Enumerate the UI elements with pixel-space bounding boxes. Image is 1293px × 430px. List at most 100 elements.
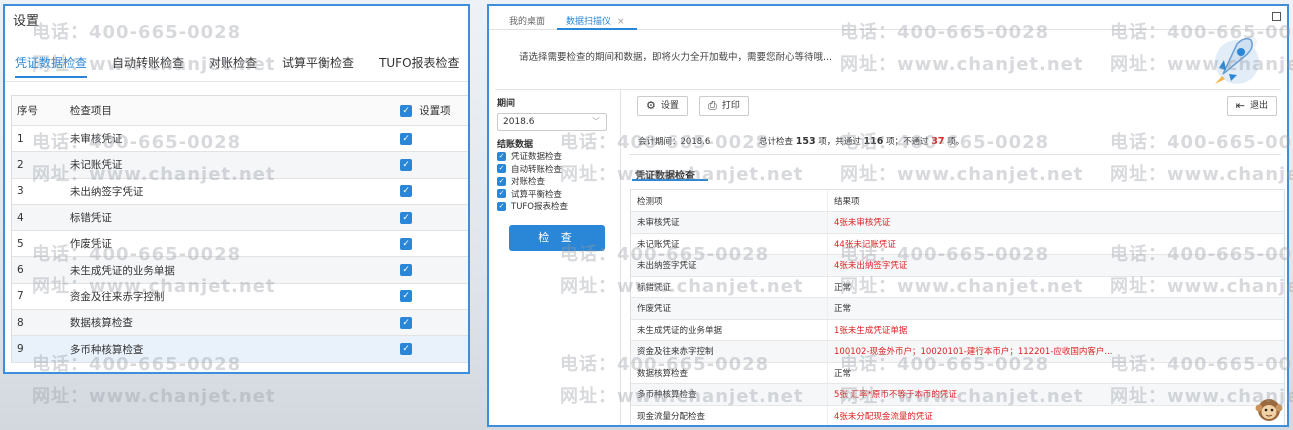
row-checkbox[interactable]: ✓: [400, 158, 413, 171]
tab-reconciliation-check[interactable]: 对账检查: [209, 54, 257, 71]
close-icon[interactable]: ×: [617, 17, 625, 27]
closing-data-label: 结账数据: [497, 140, 534, 150]
row-checkbox[interactable]: ✓: [400, 290, 413, 303]
exit-icon: ⇤: [1235, 99, 1245, 112]
exit-button[interactable]: ⇤ 退出: [1226, 96, 1277, 116]
row-checkbox[interactable]: ✓: [400, 343, 413, 356]
summary-stats: 总计检查 153 项，共通过 116 项；不通过 37 项。: [759, 135, 964, 147]
settings-tabs: 凭证数据检查 自动转账检查 对账检查 试算平衡检查 TUFO报表检查: [15, 54, 468, 78]
printer-icon: ⎙: [708, 99, 717, 112]
option-checkbox[interactable]: ✓: [497, 201, 506, 211]
period-label: 期间: [497, 99, 516, 109]
option-checkbox[interactable]: ✓: [497, 164, 506, 174]
row-checkbox[interactable]: ✓: [400, 185, 413, 198]
option-trial-balance-check[interactable]: ✓ 试算平衡检查: [497, 188, 613, 201]
watermark-text: 网址：www.chanjet.net: [32, 386, 276, 407]
check-result[interactable]: 44张未记账凭证: [828, 234, 1284, 255]
check-item: 作废凭证: [631, 298, 828, 319]
col-header-result: 结果项: [834, 196, 860, 207]
header-divider: [495, 89, 1281, 90]
table-row: 资金及往来赤字控制 100102-现金外币户；10020101-建行本币户；112…: [631, 341, 1284, 363]
window-tab-bar: 我的桌面 数据扫描仪 ×: [489, 6, 1287, 30]
table-row: 3 未出纳签字凭证 ✓: [12, 179, 468, 205]
row-number: 7: [17, 290, 24, 303]
row-checkbox[interactable]: ✓: [400, 132, 413, 145]
accounting-period: 会计期间：2018.6: [638, 137, 711, 147]
check-item: 标错凭证: [631, 276, 828, 297]
table-row: 多币种核算检查 5张 汇率*原币不等于本币的凭证: [631, 384, 1284, 406]
row-item: 未审核凭证: [69, 133, 123, 146]
tab-data-scanner[interactable]: 数据扫描仪 ×: [566, 14, 625, 27]
row-item: 资金及往来赤字控制: [69, 290, 165, 303]
table-row: 8 数据核算检查 ✓: [12, 310, 468, 337]
option-reconciliation-check[interactable]: ✓ 对账检查: [497, 175, 613, 188]
option-label: TUFO报表检查: [511, 202, 568, 213]
option-label: 试算平衡检查: [511, 189, 563, 200]
select-all-checkbox[interactable]: ✓: [400, 104, 413, 117]
check-result[interactable]: 4张未审核凭证: [828, 212, 1284, 233]
row-checkbox[interactable]: ✓: [400, 264, 413, 277]
summary-mid2: 项；不通过: [886, 137, 929, 147]
option-voucher-data-check[interactable]: ✓ 凭证数据检查: [497, 150, 613, 163]
row-number: 5: [17, 237, 24, 250]
assistant-monkey-icon[interactable]: [1255, 395, 1283, 423]
check-result[interactable]: 4张未分配现金流量的凭证: [828, 406, 1284, 426]
row-number: 1: [17, 132, 24, 145]
option-tufo-report-check[interactable]: ✓ TUFO报表检查: [497, 200, 613, 213]
row-checkbox[interactable]: ✓: [400, 316, 413, 329]
row-item: 多币种核算检查: [69, 343, 144, 356]
check-result: 正常: [834, 282, 852, 293]
row-checkbox[interactable]: ✓: [400, 211, 413, 224]
check-result[interactable]: 4张未出纳签字凭证: [828, 255, 1284, 276]
table-row: 9 多币种核算检查 ✓: [12, 336, 468, 363]
tab-voucher-data-check[interactable]: 凭证数据检查: [15, 54, 88, 78]
results-table: 检测项 结果项 未审核凭证 4张未审核凭证 未记账凭证 44张未记账凭证 未出纳签字…: [630, 189, 1285, 426]
chevron-down-icon: ﹀: [592, 117, 600, 126]
check-button[interactable]: 检 查: [509, 224, 605, 251]
tab-auto-transfer-check[interactable]: 自动转账检查: [112, 54, 184, 71]
tab-tufo-report-check[interactable]: TUFO报表检查: [379, 54, 459, 71]
table-row: 未生成凭证的业务单据 1张未生成凭证单据: [631, 319, 1284, 341]
row-number: 6: [17, 264, 24, 277]
option-checkbox[interactable]: ✓: [497, 176, 506, 186]
passed-count: 116: [863, 136, 884, 147]
tab-trial-balance-check[interactable]: 试算平衡检查: [282, 54, 354, 71]
row-number: 4: [17, 211, 24, 224]
option-checkbox[interactable]: ✓: [497, 151, 506, 161]
gear-icon: ⚙: [646, 99, 656, 112]
check-item: 多币种核算检查: [631, 384, 828, 405]
col-header-no: 序号: [17, 105, 38, 117]
row-item: 未记账凭证: [69, 159, 123, 172]
row-item: 数据核算检查: [69, 317, 133, 330]
row-item: 未出纳签字凭证: [69, 185, 144, 198]
option-label: 对账检查: [511, 177, 546, 188]
check-result[interactable]: 5张 汇率*原币不等于本币的凭证: [828, 384, 1284, 405]
settings-dialog: 设置 凭证数据检查 自动转账检查 对账检查 试算平衡检查 TUFO报表检查 序号…: [3, 4, 470, 374]
print-button[interactable]: ⎙ 打印: [699, 96, 749, 116]
row-checkbox[interactable]: ✓: [400, 237, 413, 250]
check-result[interactable]: 100102-现金外币户；10020101-建行本币户；112201-应收国内客…: [828, 341, 1284, 362]
table-row: 4 标错凭证 ✓: [12, 204, 468, 232]
tab-divider: [5, 81, 468, 82]
period-select[interactable]: 2018.6 ﹀: [497, 113, 607, 131]
total-count: 153: [795, 136, 816, 147]
row-number: 9: [17, 343, 24, 356]
option-checkbox[interactable]: ✓: [497, 189, 506, 199]
table-row: 未审核凭证 4张未审核凭证: [631, 212, 1284, 234]
table-row: 作废凭证 正常: [631, 298, 1284, 320]
table-row: 5 作废凭证 ✓: [12, 231, 468, 258]
scanner-banner-text: 请选择需要检查的期间和数据，即将火力全开加载中，需要您耐心等待哦...: [519, 52, 833, 63]
maximize-icon[interactable]: [1272, 12, 1281, 21]
period-value: 2018.6: [503, 117, 535, 127]
scan-summary: 会计期间：2018.6 总计检查 153 项，共通过 116 项；不通过 37 …: [638, 135, 1198, 147]
col-header-check-item: 检测项: [631, 190, 828, 211]
check-result: 正常: [834, 304, 852, 315]
row-number: 2: [17, 158, 24, 171]
settings-button[interactable]: ⚙ 设置: [637, 96, 688, 116]
failed-count: 37: [931, 136, 945, 147]
option-auto-transfer-check[interactable]: ✓ 自动转账检查: [497, 163, 613, 176]
check-result[interactable]: 1张未生成凭证单据: [828, 320, 1284, 341]
table-row: 现金流量分配检查 4张未分配现金流量的凭证: [631, 405, 1284, 426]
active-tab-indicator: [557, 28, 637, 30]
tab-my-desktop[interactable]: 我的桌面: [509, 14, 545, 27]
